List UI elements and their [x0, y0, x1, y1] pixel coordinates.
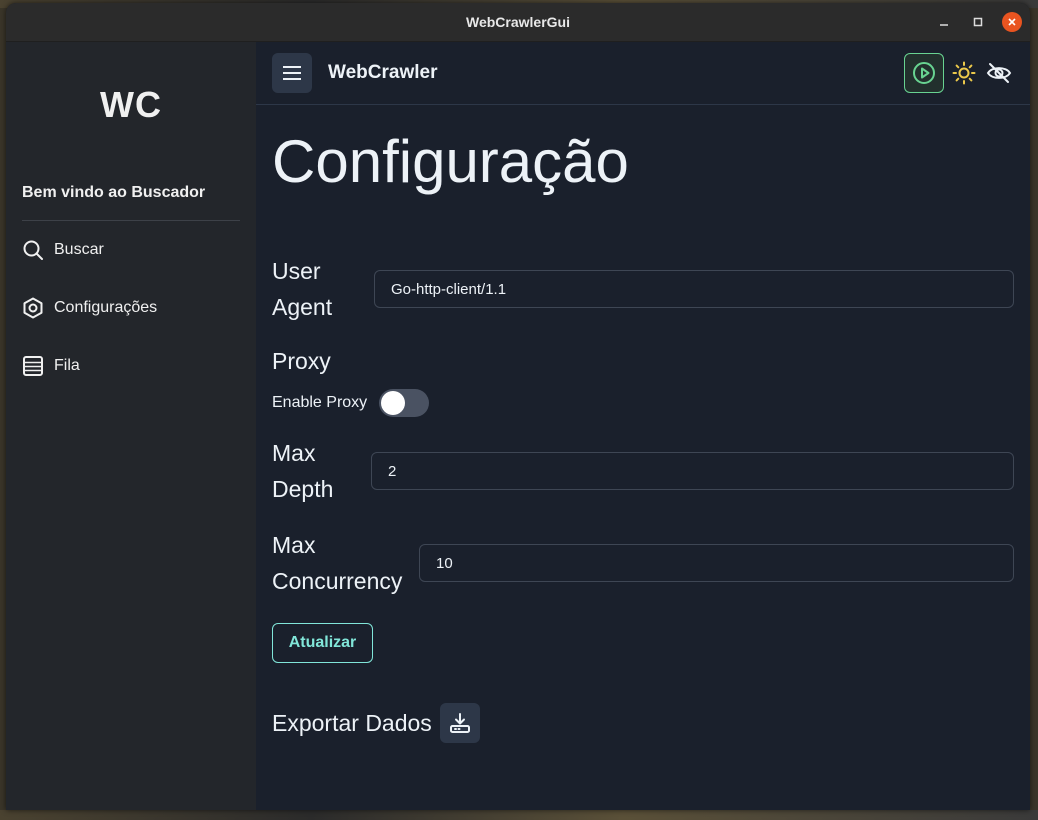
download-icon [449, 713, 470, 733]
window-controls [934, 12, 1022, 32]
page-title: Configuração [272, 128, 629, 195]
maximize-icon[interactable] [968, 12, 988, 32]
enable-proxy-label: Enable Proxy [272, 394, 368, 411]
max-concurrency-label-line1: Max [272, 532, 316, 558]
enable-proxy-switch[interactable] [379, 389, 430, 417]
max-concurrency-label: Max Concurrency [272, 527, 419, 599]
play-icon [913, 62, 935, 84]
user-agent-row: User Agent [272, 253, 1014, 325]
max-depth-row: Max Depth [272, 435, 1014, 507]
max-depth-label-line1: Max [272, 440, 316, 466]
proxy-section-title: Proxy [272, 348, 331, 374]
max-concurrency-input[interactable] [419, 544, 1014, 582]
visibility-toggle-button[interactable] [984, 59, 1014, 87]
user-agent-label-line1: User [272, 258, 321, 284]
user-agent-label: User Agent [272, 253, 374, 325]
export-label: Exportar Dados [272, 709, 432, 736]
proxy-toggle-row: Enable Proxy [272, 389, 1014, 417]
sidebar-item-buscar[interactable]: Buscar [22, 221, 240, 279]
close-icon[interactable] [1002, 12, 1022, 32]
window-title: WebCrawlerGui [466, 14, 570, 30]
list-icon [22, 355, 44, 377]
top-bar: WebCrawler [256, 42, 1030, 105]
sidebar-item-fila[interactable]: Fila [22, 337, 240, 395]
desktop-background-bottom [0, 810, 1038, 820]
search-icon [22, 239, 44, 261]
top-actions [904, 53, 1014, 93]
switch-knob [381, 391, 406, 415]
settings-icon [22, 297, 44, 319]
max-concurrency-row: Max Concurrency [272, 527, 1014, 599]
max-depth-label-line2: Depth [272, 476, 334, 502]
theme-toggle-button[interactable] [950, 59, 978, 87]
sun-icon [952, 61, 976, 85]
user-agent-label-line2: Agent [272, 294, 333, 320]
sidebar-item-label: Fila [54, 357, 80, 374]
export-row: Exportar Dados [272, 703, 1014, 743]
app-logo: WC [100, 84, 162, 125]
app-body: WC Bem vindo ao Buscador Buscar Configur… [6, 42, 1030, 810]
sidebar-item-configuracoes[interactable]: Configurações [22, 279, 240, 337]
minimize-icon[interactable] [934, 12, 954, 32]
menu-icon [283, 66, 301, 80]
sidebar-item-label: Configurações [54, 299, 158, 316]
export-button[interactable] [439, 703, 480, 743]
eye-off-icon [986, 63, 1012, 83]
update-button[interactable]: Atualizar [272, 623, 373, 663]
menu-button[interactable] [272, 53, 312, 93]
max-depth-input[interactable] [371, 452, 1014, 490]
main-content: WebCrawler Configuração User Agent Go-ht… [256, 42, 1030, 810]
start-crawl-button[interactable] [904, 53, 944, 93]
sidebar: WC Bem vindo ao Buscador Buscar Configur… [6, 42, 256, 810]
max-concurrency-label-line2: Concurrency [272, 568, 403, 594]
sidebar-item-label: Buscar [54, 241, 104, 258]
app-window: WebCrawlerGui WC Bem vindo ao Buscador B… [6, 3, 1030, 810]
user-agent-input[interactable] [374, 270, 1014, 308]
welcome-text: Bem vindo ao Buscador [22, 184, 240, 221]
max-depth-label: Max Depth [272, 435, 371, 507]
settings-form: Configuração User Agent Proxy Enable Pro… [256, 127, 1030, 743]
window-titlebar: WebCrawlerGui [6, 3, 1030, 42]
brand-title: WebCrawler [328, 62, 438, 83]
